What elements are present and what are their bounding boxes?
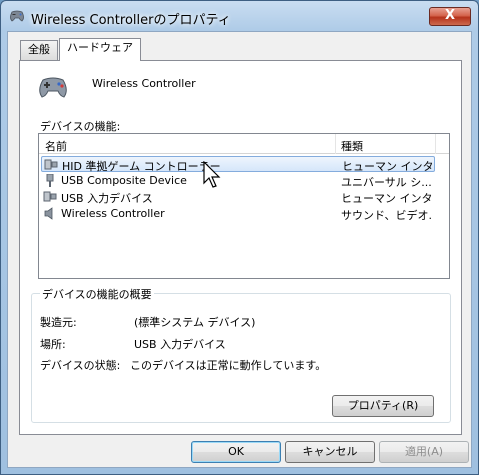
list-item-type: サウンド、ビデオ... [341,209,433,222]
column-divider[interactable] [335,134,336,154]
list-item-type: ユニバーサル シ... [341,176,432,189]
column-header-name[interactable]: 名前 [45,138,67,154]
list-header: 名前 種類 [39,134,449,154]
dialog-client-area: 全般 ハードウェア Wireless Controller デバイスの機能: 名… [7,31,472,468]
list-item[interactable]: USB Composite Device ユニバーサル シ... [41,173,435,189]
tab-general[interactable]: 全般 [20,40,58,60]
speaker-icon [43,207,57,220]
title-bar[interactable]: Wireless Controllerのプロパティ X [1,1,478,31]
properties-button[interactable]: プロパティ(R) [332,395,434,417]
tab-hardware[interactable]: ハードウェア [59,38,141,61]
list-item[interactable]: Wireless Controller サウンド、ビデオ... [41,206,435,222]
device-status-label: デバイスの状態: [40,359,121,372]
device-name: Wireless Controller [92,77,196,90]
list-item-name: Wireless Controller [61,207,165,220]
list-item-type: ヒューマン インタ... [341,192,433,205]
usb-plug-icon [43,173,57,187]
close-button[interactable]: X [429,7,471,26]
manufacturer-label: 製造元: [40,316,77,329]
device-functions-label: デバイスの機能: [40,120,121,133]
list-item[interactable]: USB 入力デバイス ヒューマン インタ... [41,189,435,205]
hid-device-icon [44,158,58,171]
list-item-name: USB Composite Device [61,174,187,187]
gamepad-icon [37,74,69,100]
ok-button[interactable]: OK [191,441,281,463]
window-title: Wireless Controllerのプロパティ [31,13,231,28]
manufacturer-value: (標準システム デバイス) [134,316,256,329]
cancel-button[interactable]: キャンセル [285,441,375,463]
properties-window: Wireless Controllerのプロパティ X 全般 ハードウェア Wi… [0,0,479,475]
summary-legend: デバイスの機能の概要 [40,286,154,302]
mouse-pointer-icon [203,160,221,189]
column-divider[interactable] [435,134,436,154]
location-label: 場所: [40,338,66,351]
list-item[interactable]: HID 準拠ゲーム コントローラー ヒューマン インタ... [41,156,435,173]
hid-device-icon [43,190,57,203]
apply-button[interactable]: 適用(A) [379,441,469,463]
list-item-name: USB 入力デバイス [61,192,153,205]
hardware-tab-panel: Wireless Controller デバイスの機能: 名前 種類 HID 準… [19,60,462,435]
list-item-name: HID 準拠ゲーム コントローラー [62,160,221,173]
device-status-value: このデバイスは正常に動作しています。 [130,359,327,372]
column-header-type[interactable]: 種類 [341,138,363,154]
location-value: USB 入力デバイス [134,338,226,351]
device-functions-list[interactable]: 名前 種類 HID 準拠ゲーム コントローラー ヒューマン インタ... USB… [38,133,450,279]
list-item-type: ヒューマン インタ... [342,160,434,173]
device-function-summary: デバイスの機能の概要 製造元: (標準システム デバイス) 場所: USB 入力… [31,286,451,423]
gamepad-icon [9,9,25,23]
